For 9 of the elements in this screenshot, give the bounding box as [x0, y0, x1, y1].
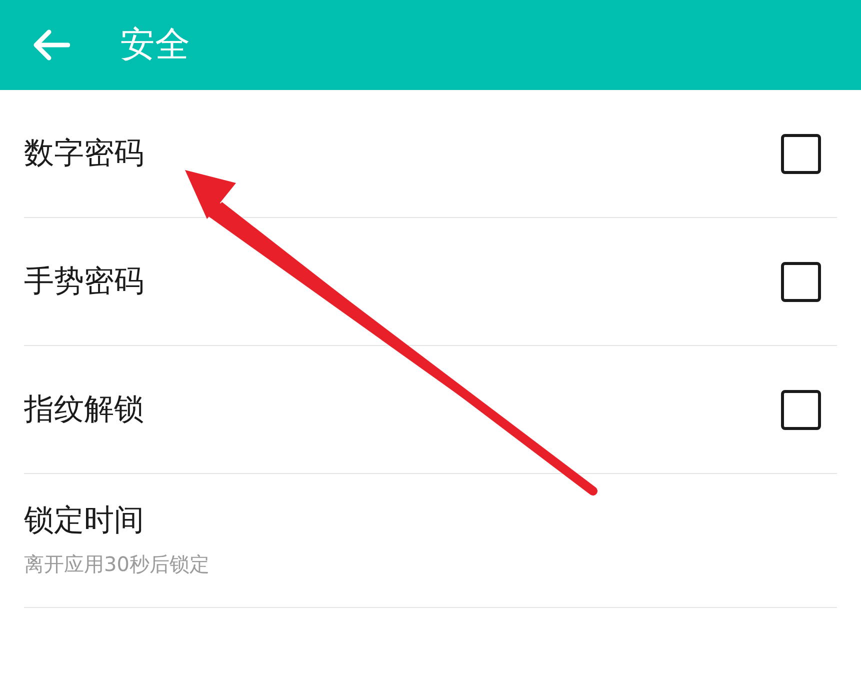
- setting-label: 数字密码: [24, 134, 144, 172]
- setting-label: 手势密码: [24, 262, 144, 300]
- checkbox[interactable]: [781, 390, 821, 430]
- checkbox[interactable]: [781, 262, 821, 302]
- setting-label: 指纹解锁: [24, 390, 144, 428]
- screen-title: 安全: [120, 28, 190, 62]
- checkbox[interactable]: [781, 134, 821, 174]
- setting-description: 离开应用30秒后锁定: [24, 551, 210, 578]
- setting-label: 锁定时间: [24, 502, 145, 540]
